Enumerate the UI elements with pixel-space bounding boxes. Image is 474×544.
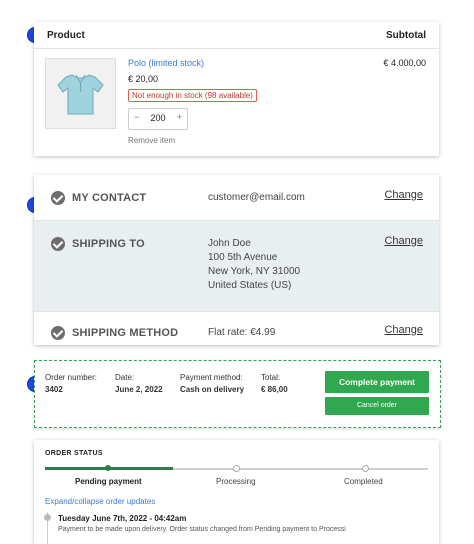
timeline-dot-icon — [44, 514, 51, 521]
cancel-order-button[interactable]: Cancel order — [325, 397, 429, 415]
decrease-quantity-button[interactable]: − — [134, 112, 139, 122]
change-shipping-address-link[interactable]: Change — [384, 235, 423, 247]
step-title: SHIPPING TO — [72, 238, 145, 250]
line-subtotal: € 4.000,00 — [383, 58, 426, 68]
stage-node-pending — [105, 465, 111, 471]
step-my-contact: MY CONTACT customer@email.com Change — [34, 175, 439, 221]
step-shipping-to: SHIPPING TO John Doe 100 5th Avenue New … — [34, 221, 439, 311]
shipping-address: John Doe 100 5th Avenue New York, NY 310… — [208, 237, 300, 293]
order-number-label: Order number: — [45, 373, 98, 382]
stage-node-processing — [233, 465, 240, 472]
complete-payment-button[interactable]: Complete payment — [325, 371, 429, 393]
product-column-header: Product — [47, 30, 85, 41]
quantity-stepper: − 200 + — [128, 108, 188, 130]
change-shipping-method-link[interactable]: Change — [384, 324, 423, 336]
check-circle-icon — [51, 191, 65, 205]
step-title: MY CONTACT — [72, 192, 147, 204]
checkout-steps-card: MY CONTACT customer@email.com Change SHI… — [34, 175, 439, 345]
stage-label-pending: Pending payment — [75, 477, 142, 486]
order-status-card: ORDER STATUS Pending payment Processing … — [34, 440, 439, 544]
step-shipping-method: SHIPPING METHOD Flat rate: €4.99 Change — [34, 312, 439, 345]
step-title: SHIPPING METHOD — [72, 327, 179, 339]
address-line: New York, NY 31000 — [208, 266, 301, 277]
increase-quantity-button[interactable]: + — [177, 112, 182, 122]
check-circle-icon — [51, 326, 65, 340]
order-date-label: Date: — [115, 373, 135, 382]
expand-order-updates-link[interactable]: Expand/collapse order updates — [45, 497, 155, 506]
contact-email: customer@email.com — [208, 192, 305, 203]
header-divider — [34, 48, 439, 49]
product-price: € 20,00 — [128, 74, 159, 84]
payment-method-value: Cash on delivery — [180, 385, 245, 394]
shipping-method-value: Flat rate: €4.99 — [208, 327, 276, 338]
check-circle-icon — [51, 237, 65, 251]
order-total-value: € 86,00 — [261, 385, 288, 394]
stock-warning-badge: Not enough in stock (98 available) — [128, 89, 257, 102]
change-contact-link[interactable]: Change — [384, 189, 423, 201]
subtotal-column-header: Subtotal — [386, 30, 426, 41]
product-name-link[interactable]: Polo (limited stock) — [128, 58, 204, 68]
order-number: Order number: 3402 — [45, 373, 97, 394]
order-total: Total: € 86,00 — [261, 373, 288, 394]
address-line: John Doe — [208, 238, 251, 249]
stage-node-completed — [362, 465, 369, 472]
stage-label-completed: Completed — [344, 477, 383, 486]
order-number-value: 3402 — [45, 385, 63, 394]
remove-item-link[interactable]: Remove item — [128, 136, 175, 145]
update-text: Payment to be made upon delivery. Order … — [58, 526, 346, 533]
address-line: 100 5th Avenue — [208, 252, 278, 263]
quantity-input[interactable]: 200 — [149, 113, 167, 123]
address-line: United States (US) — [208, 280, 292, 291]
order-date-value: June 2, 2022 — [115, 385, 163, 394]
payment-method: Payment method: Cash on delivery — [180, 373, 244, 394]
polo-shirt-icon — [57, 74, 104, 115]
order-total-label: Total: — [261, 373, 281, 382]
order-status-title: ORDER STATUS — [45, 450, 103, 457]
payment-method-label: Payment method: — [180, 373, 243, 382]
stage-label-processing: Processing — [216, 477, 256, 486]
update-date: Tuesday June 7th, 2022 - 04:42am — [58, 514, 187, 523]
product-thumbnail[interactable] — [45, 58, 116, 129]
order-date: Date: June 2, 2022 — [115, 373, 163, 394]
cart-product-card: Product Subtotal Polo (limited stock) € … — [34, 22, 439, 156]
order-summary-card: Order number: 3402 Date: June 2, 2022 Pa… — [34, 360, 441, 428]
